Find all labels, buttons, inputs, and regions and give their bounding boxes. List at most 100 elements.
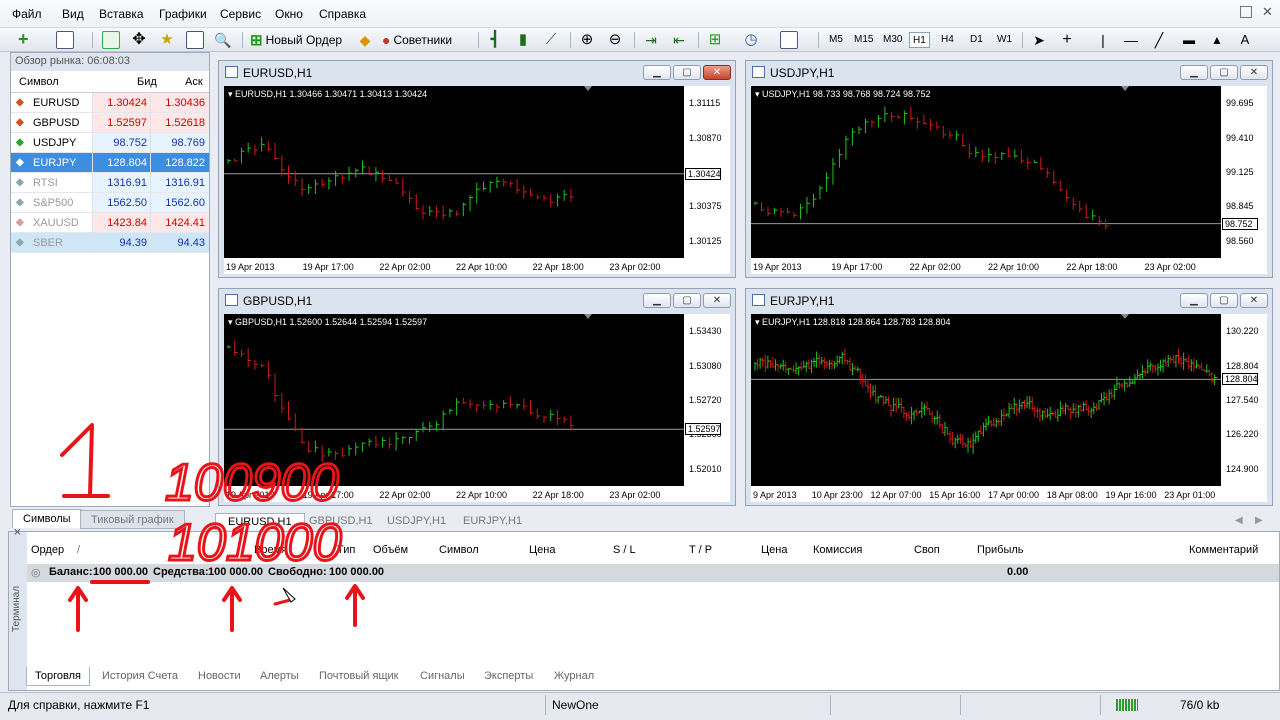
chart-shift-marker-icon[interactable] [1121,314,1129,319]
tab-symbols[interactable]: Символы [12,509,82,528]
tf-h1[interactable]: H1 [909,32,930,48]
candles-icon[interactable]: ▮ [514,31,532,49]
col-tp[interactable]: T / P [689,544,712,556]
col-comment[interactable]: Комментарий [1189,544,1258,556]
tab-tick-chart[interactable]: Тиковый график [80,510,185,529]
price-chart[interactable]: ▾ GBPUSD,H1 1.52600 1.52644 1.52594 1.52… [224,314,730,502]
maximize-button[interactable]: ▢ [673,293,701,308]
advisors-button[interactable]: ● Советники [382,31,452,49]
chart-shift-marker-icon[interactable] [1121,86,1129,91]
tf-w1[interactable]: W1 [994,32,1015,48]
minimize-button[interactable]: ▁ [1180,65,1208,80]
tab-history[interactable]: История Счета [94,667,186,686]
meta-editor-icon[interactable]: ◆ [356,31,374,49]
data-window-icon[interactable]: ★ [158,31,176,49]
price-chart[interactable]: ▾ USDJPY,H1 98.733 98.768 98.724 98.752 9… [751,86,1267,274]
chart-window-usdjpy[interactable]: USDJPY,H1 ▁ ▢ ✕ ▾ USDJPY,H1 98.733 98.768 98… [745,60,1273,278]
tf-m30[interactable]: M30 [880,32,905,48]
tab-scroll-right-icon[interactable]: ▶ [1255,515,1263,526]
tab-experts[interactable]: Эксперты [476,667,541,686]
minimize-button[interactable]: ▁ [643,65,671,80]
minimize-button[interactable]: ▁ [643,293,671,308]
col-swap[interactable]: Своп [914,544,940,556]
col-symbol[interactable]: Символ [19,76,59,88]
shapes-icon[interactable]: ▲ [1208,31,1226,49]
market-row-sber[interactable]: ◆ SBER 94.39 94.43 [11,233,209,253]
price-chart[interactable]: ▾ EURUSD,H1 1.30466 1.30471 1.30413 1.30… [224,86,730,274]
zoom-in-icon[interactable]: ⊕ [578,31,596,49]
crosshair-icon[interactable]: + [1058,31,1076,49]
menu-charts[interactable]: Графики [159,7,207,21]
close-button[interactable]: ✕ [1240,293,1268,308]
tf-h4[interactable]: H4 [938,32,957,48]
chart-window-titlebar[interactable]: EURJPY,H1 ▁ ▢ ✕ [746,289,1272,311]
maximize-button[interactable]: ▢ [1210,65,1238,80]
menu-window[interactable]: Окно [275,7,303,21]
chart-tab-eurjpy[interactable]: EURJPY,H1 [451,513,534,530]
terminal-icon[interactable] [186,31,204,49]
window-restore-icon[interactable] [1240,6,1252,18]
col-ask[interactable]: Аск [185,76,203,88]
window-close-icon[interactable]: ✕ [1262,4,1273,20]
tester-icon[interactable]: 🔍 [214,31,232,49]
tab-news[interactable]: Новости [190,667,249,686]
col-volume[interactable]: Объём [373,544,408,556]
chart-tab-eurusd[interactable]: EURUSD,H1 [215,513,305,530]
market-row-gbpusd[interactable]: ◆ GBPUSD 1.52597 1.52618 [11,113,209,133]
close-button[interactable]: ✕ [703,65,731,80]
tab-signals[interactable]: Сигналы [412,667,473,686]
zoom-out-icon[interactable]: ⊖ [606,31,624,49]
maximize-button[interactable]: ▢ [1210,293,1238,308]
horizontal-line-icon[interactable]: — [1122,31,1140,49]
price-chart[interactable]: ▾ EURJPY,H1 128.818 128.864 128.783 128.… [751,314,1267,502]
chart-window-eurjpy[interactable]: EURJPY,H1 ▁ ▢ ✕ ▾ EURJPY,H1 128.818 128.864 … [745,288,1273,506]
col-price[interactable]: Цена [529,544,555,556]
menu-file[interactable]: Файл [12,7,42,21]
col-price2[interactable]: Цена [761,544,787,556]
text-icon[interactable]: A [1236,31,1254,49]
chart-tab-usdjpy[interactable]: USDJPY,H1 [375,513,458,530]
col-type[interactable]: Тип [337,544,355,556]
vertical-line-icon[interactable]: | [1094,31,1112,49]
col-commission[interactable]: Комиссия [813,544,862,556]
market-row-rtsi[interactable]: ◆ RTSI 1316.91 1316.91 [11,173,209,193]
market-row-eurusd[interactable]: ◆ EURUSD 1.30424 1.30436 [11,93,209,113]
tf-d1[interactable]: D1 [967,32,986,48]
market-row-usdjpy[interactable]: ◆ USDJPY 98.752 98.769 [11,133,209,153]
chart-window-gbpusd[interactable]: GBPUSD,H1 ▁ ▢ ✕ ▾ GBPUSD,H1 1.52600 1.52644 … [218,288,736,506]
tab-journal[interactable]: Журнал [546,667,602,686]
maximize-button[interactable]: ▢ [673,65,701,80]
chart-shift-marker-icon[interactable] [584,314,592,319]
col-sl[interactable]: S / L [613,544,636,556]
tf-m5[interactable]: M5 [826,32,846,48]
market-row-eurjpy[interactable]: ◆ EURJPY 128.804 128.822 [11,153,209,173]
periods-icon[interactable]: ◷ [742,31,760,49]
col-bid[interactable]: Бид [137,76,157,88]
chart-window-titlebar[interactable]: GBPUSD,H1 ▁ ▢ ✕ [219,289,735,311]
market-row-xauusd[interactable]: ◆ XAUUSD 1423.84 1424.41 [11,213,209,233]
tf-m15[interactable]: M15 [851,32,876,48]
profiles-icon[interactable] [56,31,74,49]
menu-help[interactable]: Справка [319,7,366,21]
chart-window-titlebar[interactable]: USDJPY,H1 ▁ ▢ ✕ [746,61,1272,83]
menu-tools[interactable]: Сервис [220,7,261,21]
chart-shift-marker-icon[interactable] [584,86,592,91]
col-symbol[interactable]: Символ [439,544,479,556]
menu-view[interactable]: Вид [62,7,84,21]
close-button[interactable]: ✕ [703,293,731,308]
col-profit[interactable]: Прибыль [977,544,1024,556]
new-chart-icon[interactable]: + [18,30,36,49]
close-button[interactable]: ✕ [1240,65,1268,80]
tab-alerts[interactable]: Алерты [252,667,307,686]
line-chart-icon[interactable]: ⟋ [542,31,560,49]
tab-scroll-left-icon[interactable]: ◀ [1235,515,1243,526]
autoscroll-icon[interactable]: ⇥ [642,31,660,49]
market-row-sp500[interactable]: ◆ S&P500 1562.50 1562.60 [11,193,209,213]
market-watch-icon[interactable] [102,31,120,49]
tab-trade[interactable]: Торговля [26,667,90,686]
navigator-icon[interactable]: ✥ [130,31,148,49]
tab-mailbox[interactable]: Почтовый ящик [311,667,406,686]
chart-shift-icon[interactable]: ⇤ [670,31,688,49]
channel-icon[interactable]: ▬ [1180,31,1198,49]
terminal-close-icon[interactable]: ✕ [13,528,24,536]
